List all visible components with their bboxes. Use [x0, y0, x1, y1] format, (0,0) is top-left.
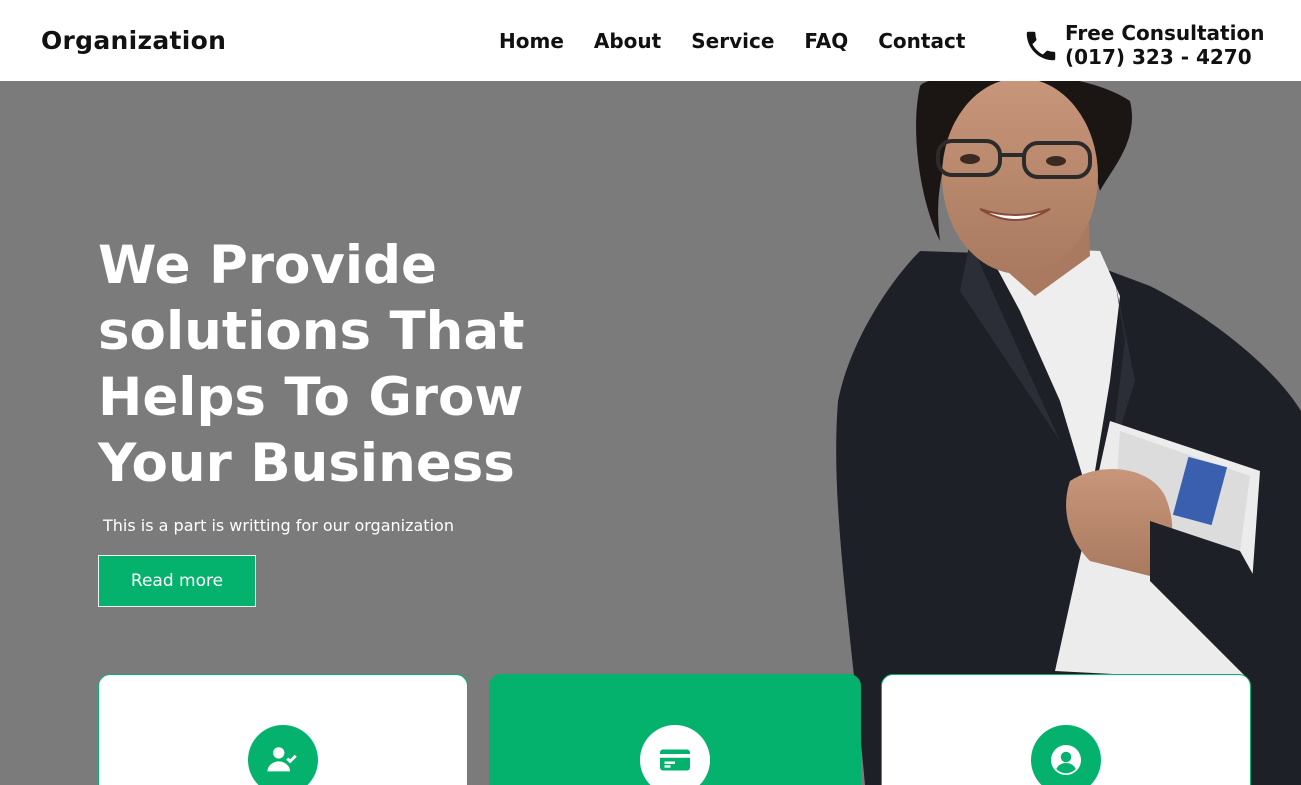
consultation-title: Free Consultation — [1065, 21, 1265, 45]
consultation-phone: (017) 323 - 4270 — [1065, 45, 1252, 69]
nav-service[interactable]: Service — [691, 28, 774, 54]
nav-contact[interactable]: Contact — [878, 28, 965, 54]
navbar: Organization Home About Service FAQ Cont… — [0, 0, 1301, 81]
consultation-block[interactable]: Free Consultation (017) 323 - 4270 — [1065, 21, 1264, 69]
hero-title: We Provide solutions That Helps To Grow … — [98, 233, 618, 497]
hero-title-line: Your Business — [98, 433, 515, 494]
hero-title-line: solutions That — [98, 301, 525, 362]
read-more-button[interactable]: Read more — [98, 555, 256, 607]
hero-title-line: We Provide — [98, 235, 437, 296]
hero-section: We Provide solutions That Helps To Grow … — [0, 81, 1301, 785]
user-circle-icon — [1031, 725, 1101, 785]
hero-title-line: Helps To Grow — [98, 367, 524, 428]
feature-card[interactable] — [881, 674, 1251, 785]
brand-logo[interactable]: Organization — [41, 26, 226, 55]
user-check-icon — [248, 725, 318, 785]
feature-card-active[interactable] — [489, 674, 861, 785]
main-nav: Home About Service FAQ Contact — [499, 28, 995, 54]
phone-icon — [1022, 27, 1060, 65]
nav-faq[interactable]: FAQ — [804, 28, 848, 54]
nav-about[interactable]: About — [594, 28, 661, 54]
nav-home[interactable]: Home — [499, 28, 564, 54]
credit-card-icon — [640, 725, 710, 785]
feature-card[interactable] — [98, 674, 468, 785]
hero-subtitle: This is a part is writting for our organ… — [103, 516, 454, 535]
